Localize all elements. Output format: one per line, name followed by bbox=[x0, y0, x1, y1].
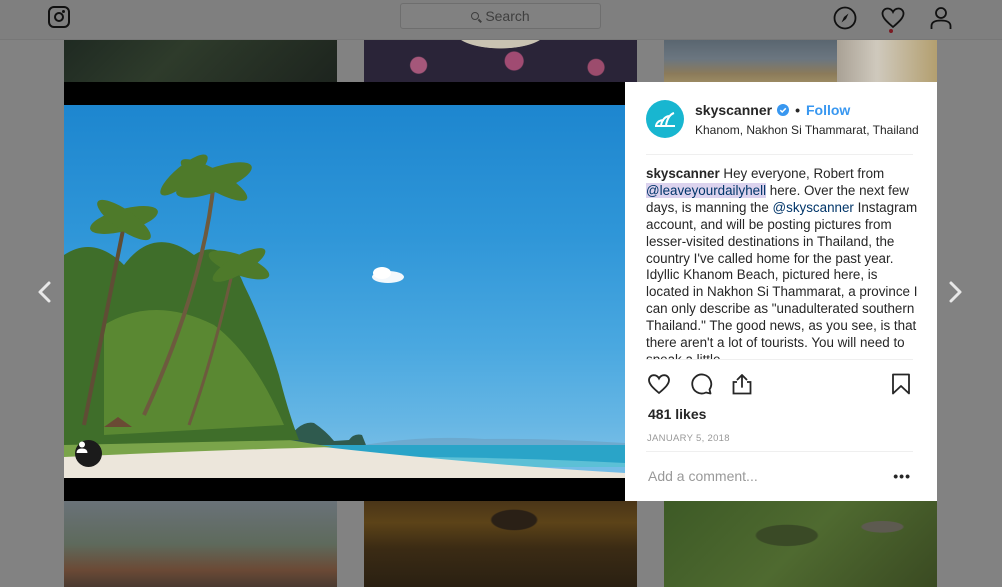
instagram-logo-icon[interactable] bbox=[48, 6, 70, 28]
post-media bbox=[64, 82, 625, 501]
mention-link[interactable]: @leaveyourdailyhell bbox=[646, 182, 767, 198]
post-header: skyscanner • Follow Khanom, Nakhon Si Th… bbox=[646, 99, 919, 155]
verified-badge-icon bbox=[777, 104, 790, 116]
search-box[interactable]: Search bbox=[400, 3, 601, 29]
comment-icon[interactable] bbox=[689, 372, 713, 396]
previous-post-arrow-icon[interactable] bbox=[31, 278, 59, 306]
post-caption: skyscanner Hey everyone, Robert from @le… bbox=[646, 166, 918, 360]
account-username[interactable]: skyscanner bbox=[695, 102, 772, 118]
user-tag-icon bbox=[76, 441, 88, 453]
grid-thumbnail[interactable] bbox=[664, 501, 937, 587]
post-details-panel: skyscanner • Follow Khanom, Nakhon Si Th… bbox=[625, 82, 937, 501]
add-comment-input[interactable] bbox=[648, 468, 878, 484]
save-bookmark-icon[interactable] bbox=[889, 372, 913, 396]
post-date[interactable]: JANUARY 5, 2018 bbox=[647, 433, 730, 444]
beach-photo-illustration bbox=[64, 154, 625, 478]
top-navigation: Search bbox=[0, 0, 1002, 40]
grid-thumbnail[interactable] bbox=[64, 40, 337, 82]
avatar[interactable] bbox=[646, 100, 684, 138]
heart-icon[interactable] bbox=[880, 5, 906, 31]
likes-count[interactable]: 481 likes bbox=[648, 406, 706, 422]
search-placeholder: Search bbox=[485, 8, 530, 24]
grid-thumbnail[interactable] bbox=[664, 40, 937, 82]
tagged-user-button[interactable] bbox=[75, 440, 102, 467]
caption-username[interactable]: skyscanner bbox=[646, 166, 720, 181]
caption-text: Hey everyone, Robert from bbox=[719, 166, 885, 181]
post-photo[interactable] bbox=[64, 105, 625, 478]
separator-dot: • bbox=[795, 102, 800, 118]
compass-icon[interactable] bbox=[832, 5, 858, 31]
grid-thumbnail[interactable] bbox=[364, 40, 637, 82]
next-post-arrow-icon[interactable] bbox=[941, 278, 969, 306]
more-options-button[interactable]: ••• bbox=[893, 468, 911, 484]
follow-button[interactable]: Follow bbox=[806, 102, 850, 118]
comment-bar: ••• bbox=[646, 451, 913, 501]
skyscanner-logo-icon bbox=[655, 112, 675, 127]
grid-thumbnail[interactable] bbox=[364, 501, 637, 587]
post-location[interactable]: Khanom, Nakhon Si Thammarat, Thailand bbox=[695, 123, 919, 137]
post-actions bbox=[646, 359, 913, 409]
notification-dot bbox=[889, 29, 893, 33]
profile-icon[interactable] bbox=[928, 5, 954, 31]
grid-thumbnail[interactable] bbox=[64, 501, 337, 587]
like-heart-icon[interactable] bbox=[647, 372, 671, 396]
search-icon bbox=[471, 12, 480, 20]
share-icon[interactable] bbox=[730, 372, 754, 396]
mention-link[interactable]: @skyscanner bbox=[773, 200, 854, 215]
cloud bbox=[373, 267, 391, 279]
caption-text: Instagram account, and will be posting p… bbox=[646, 199, 918, 360]
